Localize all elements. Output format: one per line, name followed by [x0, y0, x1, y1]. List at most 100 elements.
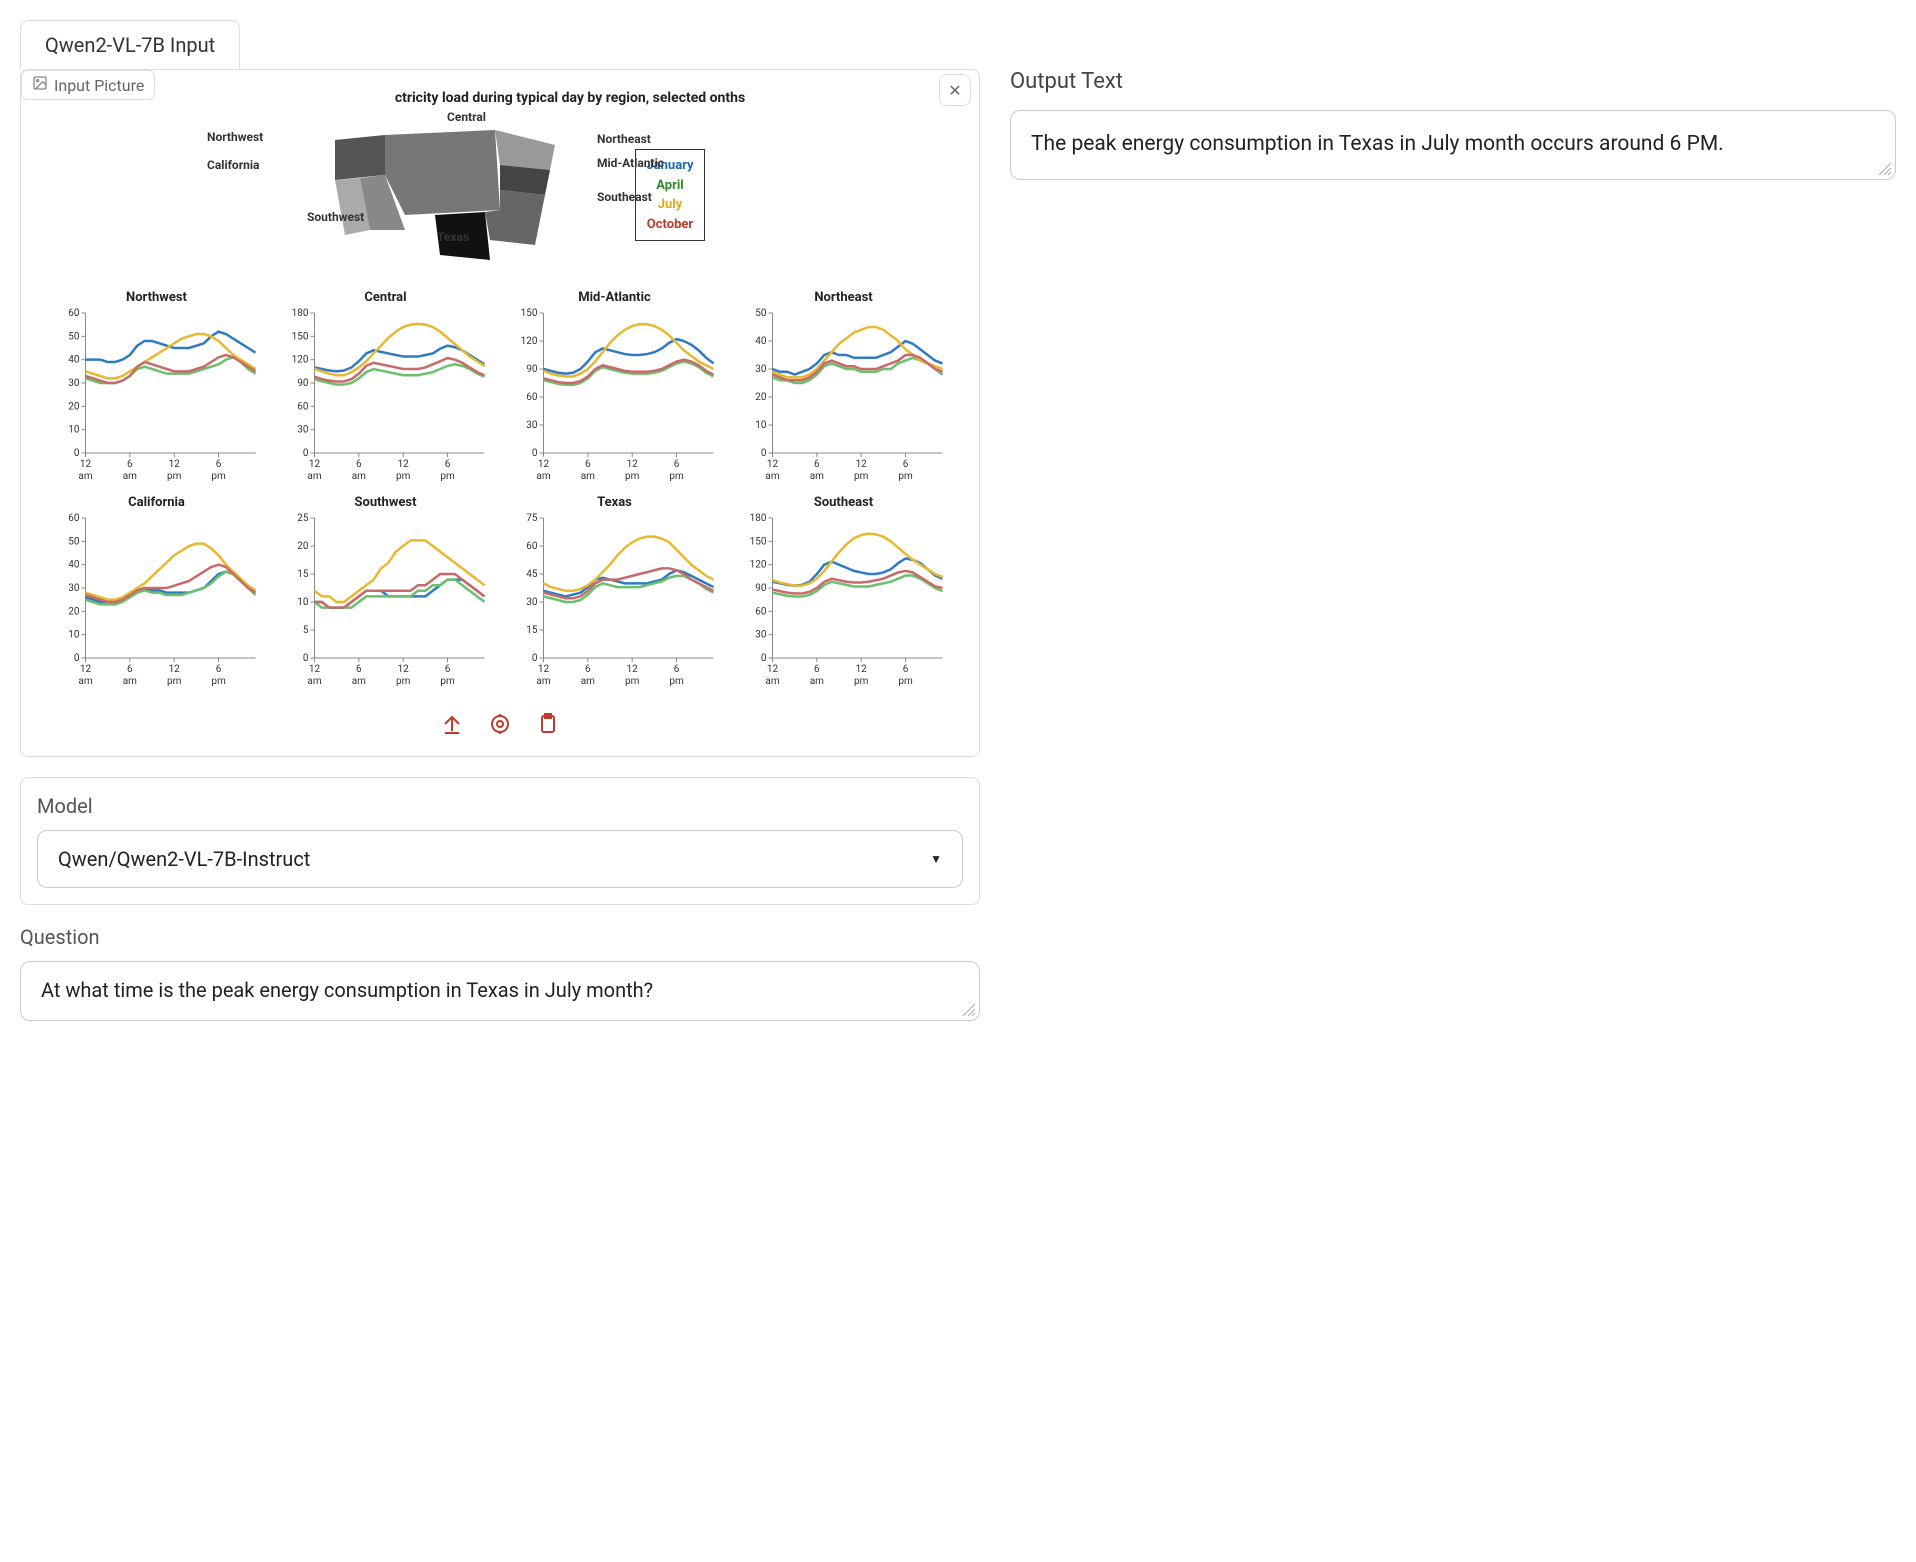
svg-text:60: 60	[755, 606, 767, 617]
model-panel: Model Qwen/Qwen2-VL-7B-Instruct ▼	[20, 777, 980, 905]
svg-text:6: 6	[814, 459, 820, 470]
svg-text:120: 120	[521, 336, 538, 347]
input-picture-label: Input Picture	[54, 76, 144, 95]
svg-text:0: 0	[303, 448, 309, 459]
svg-text:0: 0	[74, 448, 80, 459]
image-toolbar	[37, 696, 963, 740]
chart-title: Central	[276, 290, 495, 305]
svg-text:90: 90	[526, 364, 538, 375]
svg-text:6: 6	[356, 459, 362, 470]
chart-central: Central030609012015018012am6am12pm6pm	[276, 290, 495, 491]
svg-text:40: 40	[68, 560, 80, 571]
svg-text:12: 12	[627, 459, 639, 470]
svg-text:30: 30	[68, 378, 80, 389]
svg-text:30: 30	[755, 364, 767, 375]
svg-text:am: am	[536, 471, 550, 482]
svg-text:25: 25	[297, 513, 309, 524]
chart-california: California010203040506012am6am12pm6pm	[47, 495, 266, 696]
map-row: Northwest California Southwest Central T…	[37, 110, 963, 290]
question-label: Question	[20, 925, 980, 949]
svg-text:10: 10	[755, 420, 767, 431]
svg-text:pm: pm	[898, 471, 913, 482]
svg-text:20: 20	[68, 606, 80, 617]
model-label: Model	[37, 794, 963, 818]
svg-text:180: 180	[292, 308, 309, 319]
clipboard-icon[interactable]	[536, 712, 560, 736]
svg-text:6: 6	[674, 459, 680, 470]
svg-text:am: am	[123, 471, 137, 482]
svg-text:pm: pm	[211, 676, 226, 687]
camera-icon[interactable]	[488, 712, 512, 736]
svg-text:am: am	[581, 471, 595, 482]
model-dropdown[interactable]: Qwen/Qwen2-VL-7B-Instruct ▼	[37, 830, 963, 888]
svg-text:6: 6	[216, 459, 222, 470]
chart-title: California	[47, 495, 266, 510]
svg-text:50: 50	[755, 308, 767, 319]
svg-text:am: am	[78, 676, 92, 687]
map-label-california: California	[207, 158, 259, 172]
resize-handle-icon[interactable]	[963, 1004, 975, 1016]
chart-title: Texas	[505, 495, 724, 510]
chevron-down-icon: ▼	[930, 852, 942, 866]
question-value: At what time is the peak energy consumpt…	[41, 978, 653, 1002]
svg-text:12: 12	[538, 459, 550, 470]
svg-text:12: 12	[169, 664, 181, 675]
output-label: Output Text	[1010, 69, 1896, 94]
svg-text:6: 6	[585, 459, 591, 470]
svg-text:am: am	[352, 676, 366, 687]
svg-text:60: 60	[68, 513, 80, 524]
svg-text:60: 60	[526, 541, 538, 552]
map-label-midatlantic: Mid-Atlantic	[597, 156, 664, 170]
svg-text:pm: pm	[167, 471, 182, 482]
svg-text:pm: pm	[396, 676, 411, 687]
svg-text:5: 5	[303, 625, 309, 636]
svg-text:pm: pm	[167, 676, 182, 687]
image-icon	[32, 75, 48, 95]
chart-svg: 030609012015012am6am12pm6pm	[505, 307, 724, 487]
svg-text:60: 60	[297, 401, 309, 412]
chart-svg: 0153045607512am6am12pm6pm	[505, 512, 724, 692]
chart-svg: 010203040506012am6am12pm6pm	[47, 512, 266, 692]
chart-southwest: Southwest051015202512am6am12pm6pm	[276, 495, 495, 696]
resize-handle-icon[interactable]	[1879, 163, 1891, 175]
svg-text:75: 75	[526, 513, 538, 524]
svg-text:12: 12	[169, 459, 181, 470]
map-label-northwest: Northwest	[207, 130, 263, 144]
svg-text:12: 12	[538, 664, 550, 675]
svg-text:pm: pm	[625, 676, 640, 687]
us-map-icon	[315, 120, 615, 270]
svg-text:10: 10	[68, 425, 80, 436]
svg-text:0: 0	[761, 653, 767, 664]
svg-text:0: 0	[532, 653, 538, 664]
svg-text:150: 150	[292, 331, 309, 342]
svg-text:6: 6	[814, 664, 820, 675]
svg-text:6: 6	[674, 664, 680, 675]
svg-text:0: 0	[532, 448, 538, 459]
input-picture-badge: Input Picture	[21, 70, 155, 100]
svg-text:pm: pm	[440, 676, 455, 687]
svg-text:150: 150	[750, 536, 767, 547]
svg-text:am: am	[352, 471, 366, 482]
svg-text:20: 20	[68, 401, 80, 412]
svg-text:6: 6	[356, 664, 362, 675]
input-picture-panel: Input Picture ✕ ctricity load during typ…	[20, 69, 980, 757]
svg-text:12: 12	[627, 664, 639, 675]
svg-text:150: 150	[521, 308, 538, 319]
chart-northeast: Northeast0102030405012am6am12pm6pm	[734, 290, 953, 491]
upload-icon[interactable]	[440, 712, 464, 736]
svg-text:30: 30	[755, 630, 767, 641]
tab-input[interactable]: Qwen2-VL-7B Input	[20, 20, 240, 69]
map-label-southwest: Southwest	[307, 210, 364, 224]
svg-text:pm: pm	[396, 471, 411, 482]
svg-text:40: 40	[68, 355, 80, 366]
svg-text:120: 120	[750, 560, 767, 571]
chart-title: Mid-Atlantic	[505, 290, 724, 305]
svg-text:45: 45	[526, 569, 538, 580]
svg-text:6: 6	[903, 459, 909, 470]
chart-title: Southeast	[734, 495, 953, 510]
svg-text:12: 12	[398, 459, 410, 470]
svg-text:am: am	[581, 676, 595, 687]
chart-image: ctricity load during typical day by regi…	[37, 86, 963, 740]
question-input[interactable]: At what time is the peak energy consumpt…	[20, 961, 980, 1021]
svg-text:12: 12	[80, 459, 92, 470]
